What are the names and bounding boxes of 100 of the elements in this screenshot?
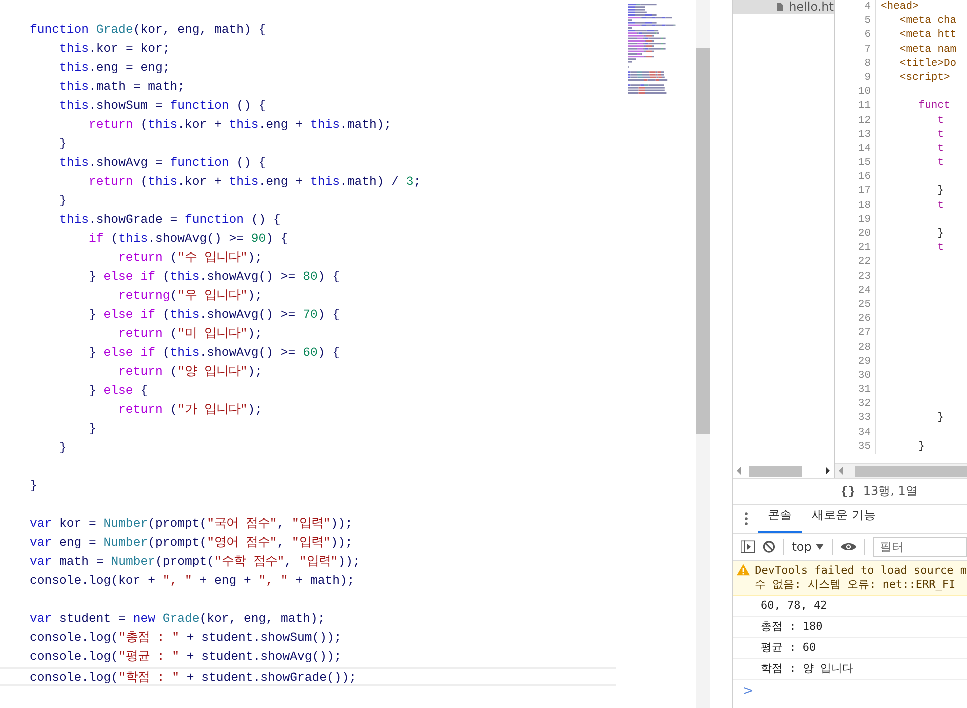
code-line: return (this.kor + this.eng + this.math); [88, 117, 392, 134]
code-line: this.showSum = function () { [58, 98, 266, 115]
line-number: 34 [835, 426, 876, 440]
line-number: 25 [835, 298, 876, 312]
sidebar-icon[interactable] [741, 539, 755, 555]
line-number: 32 [835, 397, 876, 412]
code-line: } [58, 193, 67, 210]
more-icon[interactable] [745, 512, 748, 526]
code-line: } [936, 227, 944, 242]
code-line: } [936, 411, 944, 426]
line-number: 6 [835, 28, 876, 43]
line-number: 17 [835, 184, 876, 199]
code-line: function Grade(kor, eng, math) { [30, 22, 266, 39]
warning-message: DevTools failed to load source m 수 없음: 시스템 오류: net::ERR_FI [755, 564, 967, 592]
code-line: } [58, 136, 67, 153]
line-number: 31 [835, 383, 876, 398]
tab[interactable]: 새로운 기능 [802, 507, 886, 533]
code-line: } [30, 478, 38, 495]
code-line: <title>Do [898, 56, 957, 71]
code-line: funct [918, 99, 950, 114]
line-number: 15 [835, 156, 876, 170]
line-number: 21 [835, 241, 876, 256]
code-line: console.log("학점 : " + student.showGrade()); [30, 670, 357, 684]
log-message: 학점 : 양 입니다 [761, 662, 854, 676]
line-number: 24 [835, 284, 876, 298]
log-message: 총점 : 180 [761, 620, 823, 634]
code-line: t [936, 156, 944, 170]
code-line: } [88, 421, 96, 438]
line-number: 10 [835, 85, 876, 100]
line-number: 11 [835, 99, 876, 114]
line-number: 14 [835, 142, 876, 156]
line-number: 29 [835, 354, 876, 369]
file-icon [777, 0, 784, 14]
log-message: 60, 78, 42 [761, 599, 828, 613]
line-number: 30 [835, 368, 876, 384]
code-line: var eng = Number(prompt("영어 점수", "입력")); [30, 535, 353, 552]
line-number: 27 [835, 326, 876, 340]
line-number: 22 [835, 255, 876, 270]
line-number: 20 [835, 227, 876, 242]
line-number: 23 [835, 270, 876, 284]
code-line: } else if (this.showAvg() >= 70) { [88, 307, 340, 324]
line-number: 13 [835, 128, 876, 142]
code-line: <meta htt [898, 28, 957, 43]
caret-icon [816, 544, 824, 550]
eye-icon[interactable] [840, 541, 856, 553]
braces-icon[interactable]: {} [841, 484, 856, 498]
line-number: 8 [835, 56, 876, 71]
cursor-position: 13행, 1열 [863, 483, 918, 500]
code-line: return (this.kor + this.eng + this.math) / 3; [88, 174, 422, 191]
code-line: } else if (this.showAvg() >= 60) { [88, 345, 340, 362]
code-line: <meta cha [898, 14, 957, 28]
code-line: var kor = Number(prompt("국어 점수", "입력")); [30, 516, 353, 533]
code-line: return ("가 입니다"); [118, 402, 262, 419]
code-line: } [918, 440, 926, 454]
code-line: t [936, 128, 944, 142]
line-number: 16 [835, 170, 876, 184]
context-dropdown[interactable]: top [792, 540, 824, 554]
scrollbar[interactable] [835, 463, 967, 478]
code-line: this.math = math; [58, 79, 185, 96]
log-message: 평균 : 60 [761, 641, 816, 655]
code-line: var math = Number(prompt("수학 점수", "입력")); [30, 554, 360, 571]
line-number: 19 [835, 212, 876, 227]
code-line: return ("미 입니다"); [118, 326, 262, 343]
code-line: } [58, 440, 67, 457]
code-line: console.log("평균 : " + student.showAvg()); [30, 649, 342, 666]
code-line: this.eng = eng; [58, 60, 170, 77]
line-number: 18 [835, 198, 876, 213]
code-line: } else { [88, 383, 148, 400]
line-number: 35 [835, 440, 876, 454]
filter-field[interactable]: 필터 [873, 537, 967, 557]
code-line: this.showAvg = function () { [58, 155, 266, 172]
tab[interactable]: 콘솔 [758, 507, 802, 533]
code-line: t [936, 198, 944, 213]
code-line: this.showGrade = function () { [58, 212, 281, 229]
block-icon[interactable] [763, 539, 776, 555]
code-line: return ("양 입니다"); [118, 364, 262, 381]
line-number: 7 [835, 42, 876, 57]
code-line: } else if (this.showAvg() >= 80) { [88, 269, 340, 286]
code-line: t [936, 114, 944, 128]
code-line: returng("우 입니다"); [118, 288, 263, 305]
line-number: 12 [835, 114, 876, 128]
scrollbar[interactable] [696, 0, 710, 708]
line-number: 33 [835, 411, 876, 426]
code-line: <meta nam [898, 42, 957, 57]
line-number: 28 [835, 340, 876, 355]
code-line: return ("수 입니다"); [118, 250, 262, 267]
line-number: 4 [835, 0, 876, 14]
code-line: <script> [898, 70, 950, 86]
line-number: 5 [835, 14, 876, 28]
code-line: <head> [880, 0, 919, 14]
code-line: t [936, 241, 944, 256]
warning-icon [737, 564, 750, 576]
code-line: if (this.showAvg() >= 90) { [88, 231, 288, 248]
code-line: console.log("총점 : " + student.showSum()); [30, 630, 342, 647]
code-line: this.kor = kor; [58, 41, 170, 58]
code-line: var student = new Grade(kor, eng, math); [30, 611, 326, 628]
file-tree-item[interactable]: hello.ht [733, 0, 834, 14]
code-line: console.log(kor + ", " + eng + ", " + math); [30, 573, 355, 590]
code-line: t [936, 142, 944, 156]
line-number: 26 [835, 312, 876, 326]
